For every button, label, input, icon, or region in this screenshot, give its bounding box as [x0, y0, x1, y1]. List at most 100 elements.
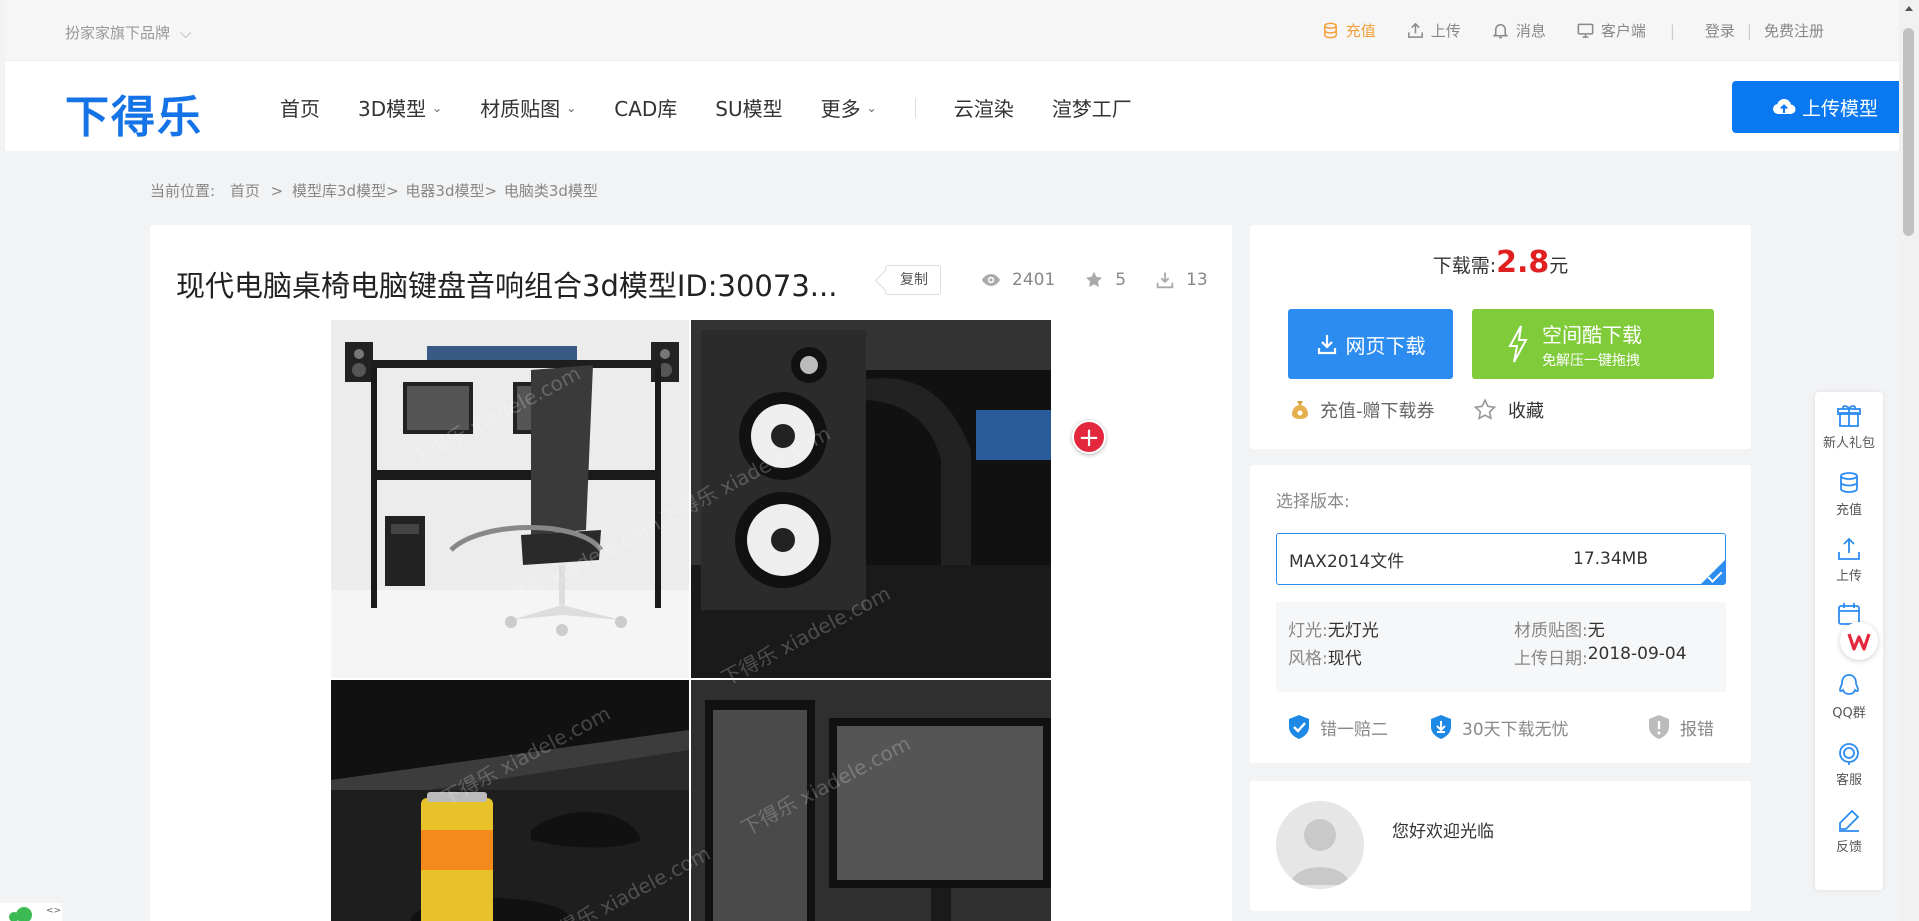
side-tool-recharge[interactable]: 充值	[1815, 469, 1883, 518]
user-card: 您好欢迎光临	[1250, 781, 1751, 911]
upload-model-label: 上传模型	[1801, 97, 1878, 120]
nav-item-home[interactable]: 首页	[280, 93, 320, 122]
bottom-left-widget[interactable]: <>	[0, 903, 62, 921]
login-link[interactable]: 登录	[1705, 20, 1735, 41]
downloads-stat: 13	[1154, 269, 1208, 291]
main-nav: 下得乐 首页 3D模型 ⌄ 材质贴图 ⌄ CAD库 SU模型 更多 ⌄ 云渲染 渲梦工…	[5, 61, 1918, 151]
nav-item-cad[interactable]: CAD库	[614, 93, 677, 122]
favorites-stat: 5	[1083, 269, 1126, 291]
headset-icon	[1839, 743, 1859, 765]
recharge-link[interactable]: 充值	[1321, 20, 1376, 41]
messages-link[interactable]: 消息	[1491, 20, 1546, 41]
qq-icon	[1839, 674, 1859, 695]
shield-download-icon	[1431, 715, 1451, 739]
client-link[interactable]: 客户端	[1576, 20, 1646, 41]
version-label: 选择版本:	[1276, 492, 1350, 512]
upload-model-button[interactable]: 上传模型	[1732, 81, 1918, 133]
breadcrumb-models[interactable]: 模型库3d模型>	[292, 182, 399, 200]
login-separator: |	[1746, 21, 1752, 40]
avatar[interactable]	[1276, 801, 1364, 889]
recharge-coupon-link[interactable]: 充值-赠下载券	[1288, 397, 1435, 423]
star-outline-icon	[1473, 398, 1497, 420]
site-logo[interactable]: 下得乐	[65, 81, 203, 145]
chevron-down-icon: ⌄	[866, 100, 877, 115]
side-tool-service[interactable]: 客服	[1815, 739, 1883, 788]
download-price: 下载需:2.8元	[1250, 245, 1751, 280]
copy-id-button[interactable]: 复制	[885, 265, 941, 295]
nav-item-materials[interactable]: 材质贴图 ⌄	[480, 93, 576, 122]
side-tool-qq-group[interactable]: QQ群	[1815, 672, 1883, 721]
preview-tile-monitors	[691, 680, 1051, 921]
nav-item-more[interactable]: 更多 ⌄	[821, 93, 877, 122]
model-title: 现代电脑桌椅电脑键盘音响组合3d模型ID:30073...	[176, 269, 838, 303]
coins-icon	[1840, 472, 1858, 493]
brand-selector[interactable]: 扮家家旗下品牌 ⌵	[65, 22, 191, 43]
space-download-sub: 免解压一键拖拽	[1542, 352, 1640, 369]
add-to-collection-button[interactable]: +	[1072, 420, 1106, 454]
favorite-button[interactable]: 收藏	[1472, 397, 1544, 423]
lightning-icon	[1508, 325, 1528, 363]
prop-style: 风格: 现代	[1288, 649, 1362, 669]
chevron-down-icon: ⌄	[432, 100, 443, 115]
prop-material: 材质贴图: 无	[1514, 621, 1605, 641]
download-icon	[1317, 335, 1336, 355]
side-tool-label: 反馈	[1835, 840, 1862, 855]
money-bag-icon	[1292, 401, 1308, 419]
side-tool-gift[interactable]: 新人礼包	[1815, 402, 1883, 451]
prop-lighting: 灯光: 无灯光	[1288, 621, 1379, 641]
nav-item-label: 更多	[820, 97, 861, 121]
side-tool-label: 新人礼包	[1822, 436, 1875, 451]
upload-link[interactable]: 上传	[1406, 20, 1461, 41]
version-option-selected[interactable]: MAX2014文件 17.34MB	[1276, 533, 1726, 585]
page-scrollbar[interactable]	[1899, 0, 1919, 921]
scroll-up-arrow-icon[interactable]	[1905, 6, 1913, 11]
breadcrumb-appliances[interactable]: 电器3d模型>	[405, 182, 497, 200]
nav-item-label: 3D模型	[358, 97, 427, 121]
preview-tile-speaker	[691, 320, 1051, 678]
side-tool-upload[interactable]: 上传	[1815, 535, 1883, 584]
nav-item-su-models[interactable]: SU模型	[715, 93, 782, 122]
side-tool-label: 充值	[1835, 503, 1862, 518]
nav-item-label: SU模型	[715, 97, 783, 121]
breadcrumb-home[interactable]: 首页	[230, 182, 260, 200]
coins-icon	[1323, 22, 1337, 39]
nav-menu: 首页 3D模型 ⌄ 材质贴图 ⌄ CAD库 SU模型 更多 ⌄ 云渲染 渲梦工厂	[280, 93, 1170, 122]
report-error-link[interactable]: 报错	[1646, 713, 1714, 741]
nav-item-cloud-render[interactable]: 云渲染	[954, 93, 1014, 122]
side-tool-feedback[interactable]: 反馈	[1815, 806, 1883, 855]
breadcrumb-computers[interactable]: 电脑类3d模型	[504, 182, 598, 200]
register-link[interactable]: 免费注册	[1764, 20, 1824, 41]
cloud-upload-icon	[1773, 98, 1796, 115]
guarantee-30-days: 30天下载无忧	[1428, 713, 1569, 741]
wps-floating-button[interactable]	[1840, 622, 1878, 660]
breadcrumb-sep: >	[270, 182, 284, 200]
scrollbar-thumb[interactable]	[1903, 28, 1914, 236]
web-download-button[interactable]: 网页下载	[1288, 309, 1453, 379]
nav-item-3d-models[interactable]: 3D模型 ⌄	[358, 93, 442, 122]
chevron-down-icon: ⌵	[180, 24, 192, 42]
web-download-label: 网页下载	[1345, 333, 1426, 358]
nav-item-render-factory[interactable]: 渲梦工厂	[1052, 93, 1132, 122]
space-download-label: 空间酷下载	[1542, 322, 1642, 347]
space-download-button[interactable]: 空间酷下载 免解压一键拖拽	[1472, 309, 1714, 379]
messages-label: 消息	[1515, 22, 1546, 40]
version-size: 17.34MB	[1573, 549, 1648, 569]
side-tool-label: 客服	[1835, 773, 1862, 788]
favorite-label: 收藏	[1508, 401, 1544, 422]
model-detail-card: 现代电脑桌椅电脑键盘音响组合3d模型ID:30073... 复制 2401 5 …	[150, 225, 1232, 921]
gift-icon	[1837, 405, 1861, 427]
price-value: 2.8	[1496, 245, 1550, 280]
version-file: MAX2014文件	[1289, 551, 1405, 572]
chat-widget-icon: <>	[9, 906, 61, 921]
nav-item-label: 材质贴图	[480, 97, 561, 121]
top-utility-bar: 扮家家旗下品牌 ⌵ 充值 上传 消息 客户端 | 登录 | 免费注册	[5, 0, 1899, 61]
breadcrumb-prefix: 当前位置:	[150, 182, 216, 200]
views-stat: 2401	[980, 269, 1055, 291]
edit-icon	[1839, 809, 1860, 832]
eye-icon	[981, 274, 1001, 286]
welcome-text: 您好欢迎光临	[1392, 822, 1494, 842]
preview-tile-can	[331, 680, 689, 921]
version-card: 选择版本: MAX2014文件 17.34MB 灯光: 无灯光 材质贴图: 无 风格…	[1250, 465, 1751, 763]
model-stats: 2401 5 13	[980, 269, 1208, 291]
coupon-label: 充值-赠下载券	[1320, 401, 1435, 422]
